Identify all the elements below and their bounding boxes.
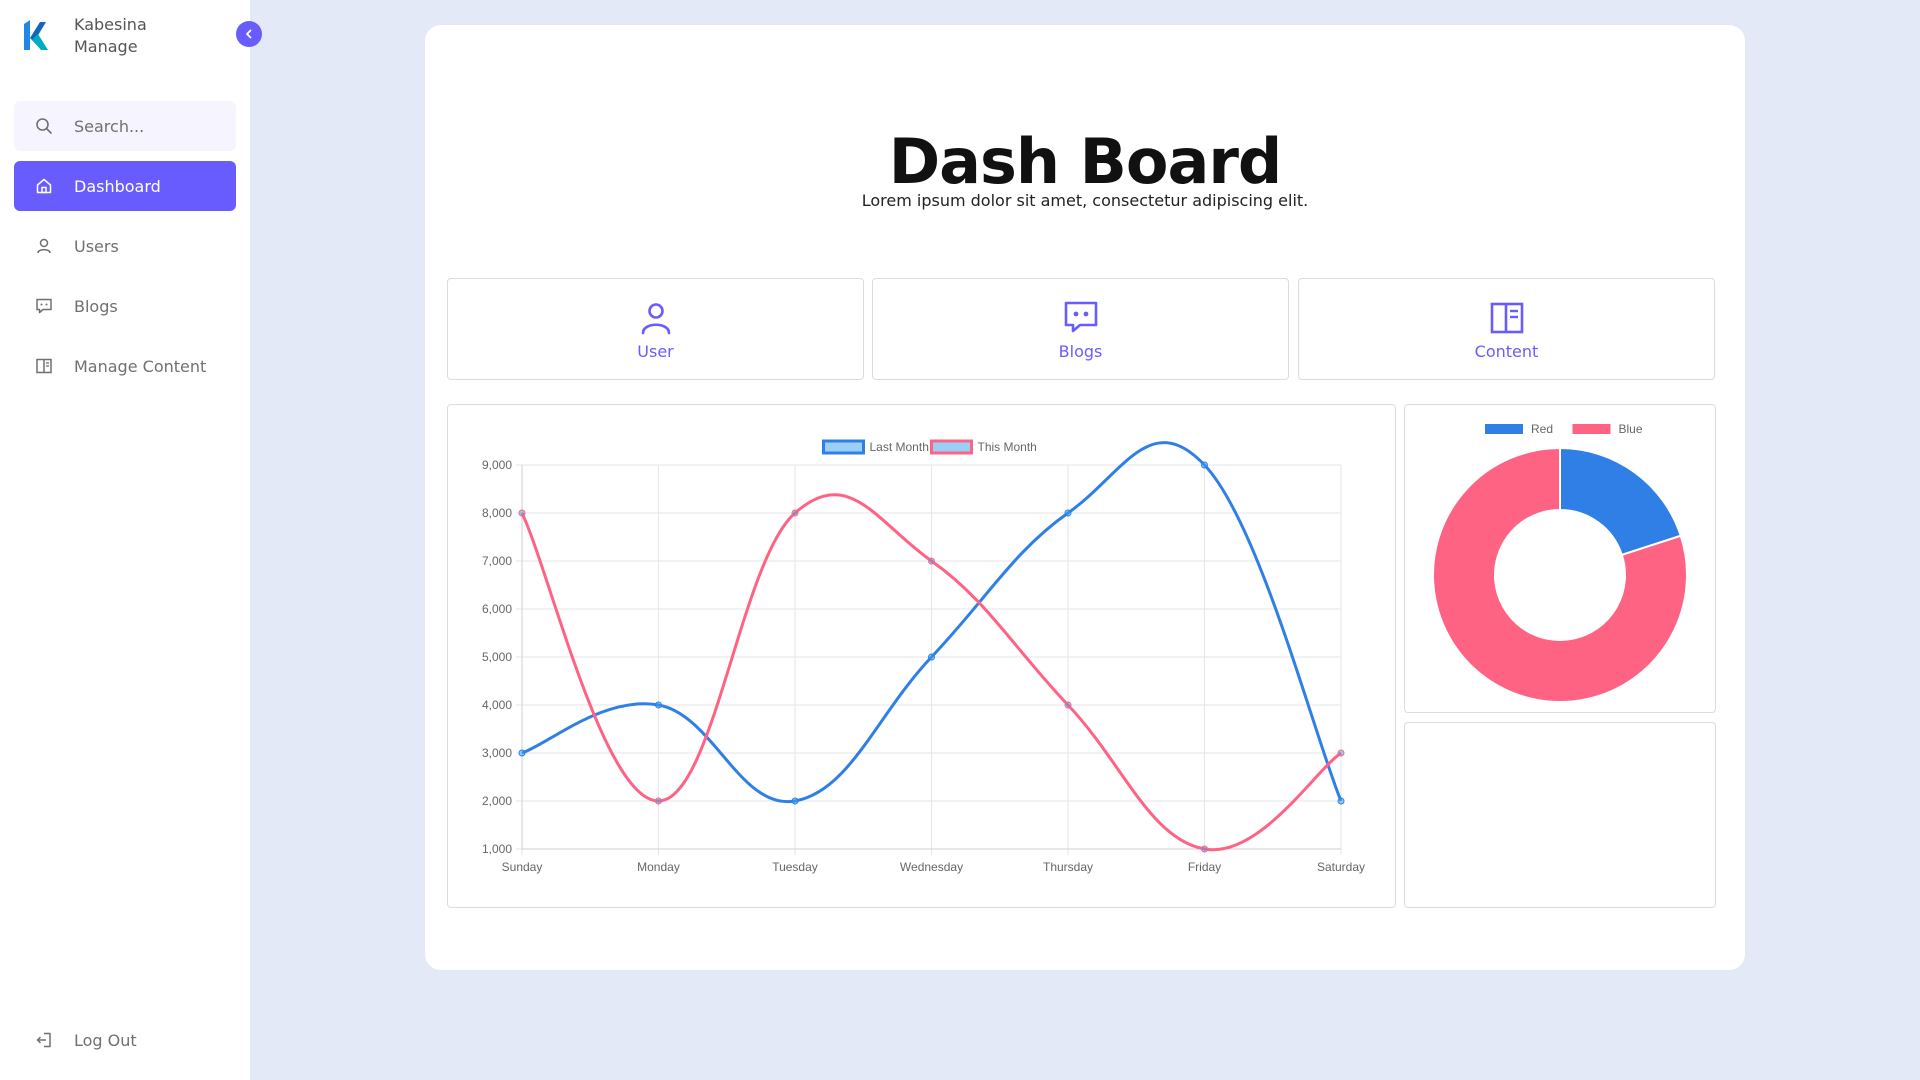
x-tick-label: Thursday (1043, 860, 1093, 874)
legend-label: Last Month (870, 440, 929, 454)
data-point (1201, 461, 1208, 469)
data-point (518, 509, 526, 517)
stat-card-label: User (637, 341, 674, 361)
data-point (1064, 701, 1072, 709)
stat-card-label: Blogs (1058, 341, 1103, 361)
data-point (928, 653, 935, 661)
logout-icon (14, 1031, 74, 1049)
line-chart: Last Month This Month 1,000 2,000 3,000 4,000… (482, 439, 1365, 874)
y-tick-label: 3,000 (482, 746, 512, 760)
search-icon (14, 117, 74, 135)
sidebar-item-label: Dashboard (74, 176, 161, 196)
x-tick-label: Sunday (502, 860, 543, 874)
data-point (1064, 509, 1072, 517)
main-card: Dash Board Lorem ipsum dolor sit amet, c… (425, 25, 1745, 970)
y-tick-label: 1,000 (482, 842, 512, 856)
data-point (1337, 797, 1345, 805)
data-point (1337, 749, 1345, 757)
y-tick-label: 7,000 (482, 554, 512, 568)
legend-label: This Month (978, 440, 1037, 454)
sidebar-nav: Dashboard Users Blogs Manage Content (14, 161, 236, 401)
legend-swatch (822, 439, 865, 455)
sidebar-item-dashboard[interactable]: Dashboard (14, 161, 236, 211)
data-point (791, 509, 799, 517)
sidebar-item-manage-content[interactable]: Manage Content (14, 341, 236, 391)
y-tick-label: 5,000 (482, 650, 512, 664)
brand-line-1: Kabesina (74, 15, 147, 34)
doughnut-slice-red (1559, 446, 1683, 557)
x-tick-label: Wednesday (900, 860, 963, 874)
sidebar-item-label: Manage Content (74, 356, 207, 376)
legend-swatch (930, 439, 973, 455)
x-tick-label: Tuesday (772, 860, 818, 874)
user-icon (14, 237, 74, 255)
doughnut-legend: Red Blue (1485, 422, 1643, 436)
brand-line-2: Manage (74, 37, 138, 56)
brand-name: Kabesina Manage (74, 14, 147, 58)
layout-icon (14, 357, 74, 375)
chart-legend: Last Month This Month (822, 439, 1037, 455)
stat-card-user[interactable]: User (447, 278, 864, 380)
stat-card-label: Content (1474, 341, 1539, 361)
sidebar: Kabesina Manage Dashboard Users Blogs (0, 0, 250, 1080)
legend-label: Red (1531, 422, 1553, 436)
doughnut-chart: Red Blue (1432, 422, 1688, 703)
y-tick-label: 6,000 (482, 602, 512, 616)
y-tick-label: 2,000 (482, 794, 512, 808)
brand: Kabesina Manage (20, 14, 220, 60)
data-point (928, 557, 935, 565)
data-point (655, 797, 662, 805)
empty-panel (1404, 722, 1716, 908)
legend-label: Blue (1619, 422, 1643, 436)
page-title: Dash Board (888, 125, 1283, 198)
chat-icon (1063, 298, 1099, 338)
sidebar-item-label: Users (74, 236, 119, 256)
logo-icon (24, 20, 48, 50)
x-tick-label: Saturday (1317, 860, 1365, 874)
x-tick-label: Friday (1188, 860, 1221, 874)
y-tick-label: 4,000 (482, 698, 512, 712)
sidebar-item-label: Blogs (74, 296, 118, 316)
page-subtitle: Lorem ipsum dolor sit amet, consectetur … (861, 191, 1309, 210)
stat-card-content[interactable]: Content (1298, 278, 1715, 380)
logout-button[interactable]: Log Out (14, 1015, 236, 1065)
data-point (791, 797, 799, 805)
search-box[interactable] (14, 101, 236, 151)
data-point (1201, 845, 1208, 853)
sidebar-item-blogs[interactable]: Blogs (14, 281, 236, 331)
search-input[interactable] (74, 116, 224, 136)
stat-card-blogs[interactable]: Blogs (872, 278, 1289, 380)
doughnut-chart-panel: Red Blue (1404, 404, 1716, 713)
data-point (655, 701, 662, 709)
y-tick-label: 8,000 (482, 506, 512, 520)
logout-label: Log Out (74, 1030, 137, 1050)
user-icon (638, 298, 674, 338)
home-icon (14, 177, 74, 195)
legend-swatch (1572, 424, 1611, 434)
y-tick-label: 9,000 (482, 458, 512, 472)
sidebar-toggle-button[interactable] (236, 21, 262, 47)
sidebar-item-users[interactable]: Users (14, 221, 236, 271)
data-point (518, 749, 526, 757)
legend-swatch (1485, 424, 1523, 434)
chevron-left-icon (246, 29, 252, 39)
layout-icon (1489, 298, 1525, 338)
line-chart-panel: Last Month This Month 1,000 2,000 3,000 4,000… (447, 404, 1396, 908)
x-tick-label: Monday (637, 860, 680, 874)
chat-icon (14, 297, 74, 315)
